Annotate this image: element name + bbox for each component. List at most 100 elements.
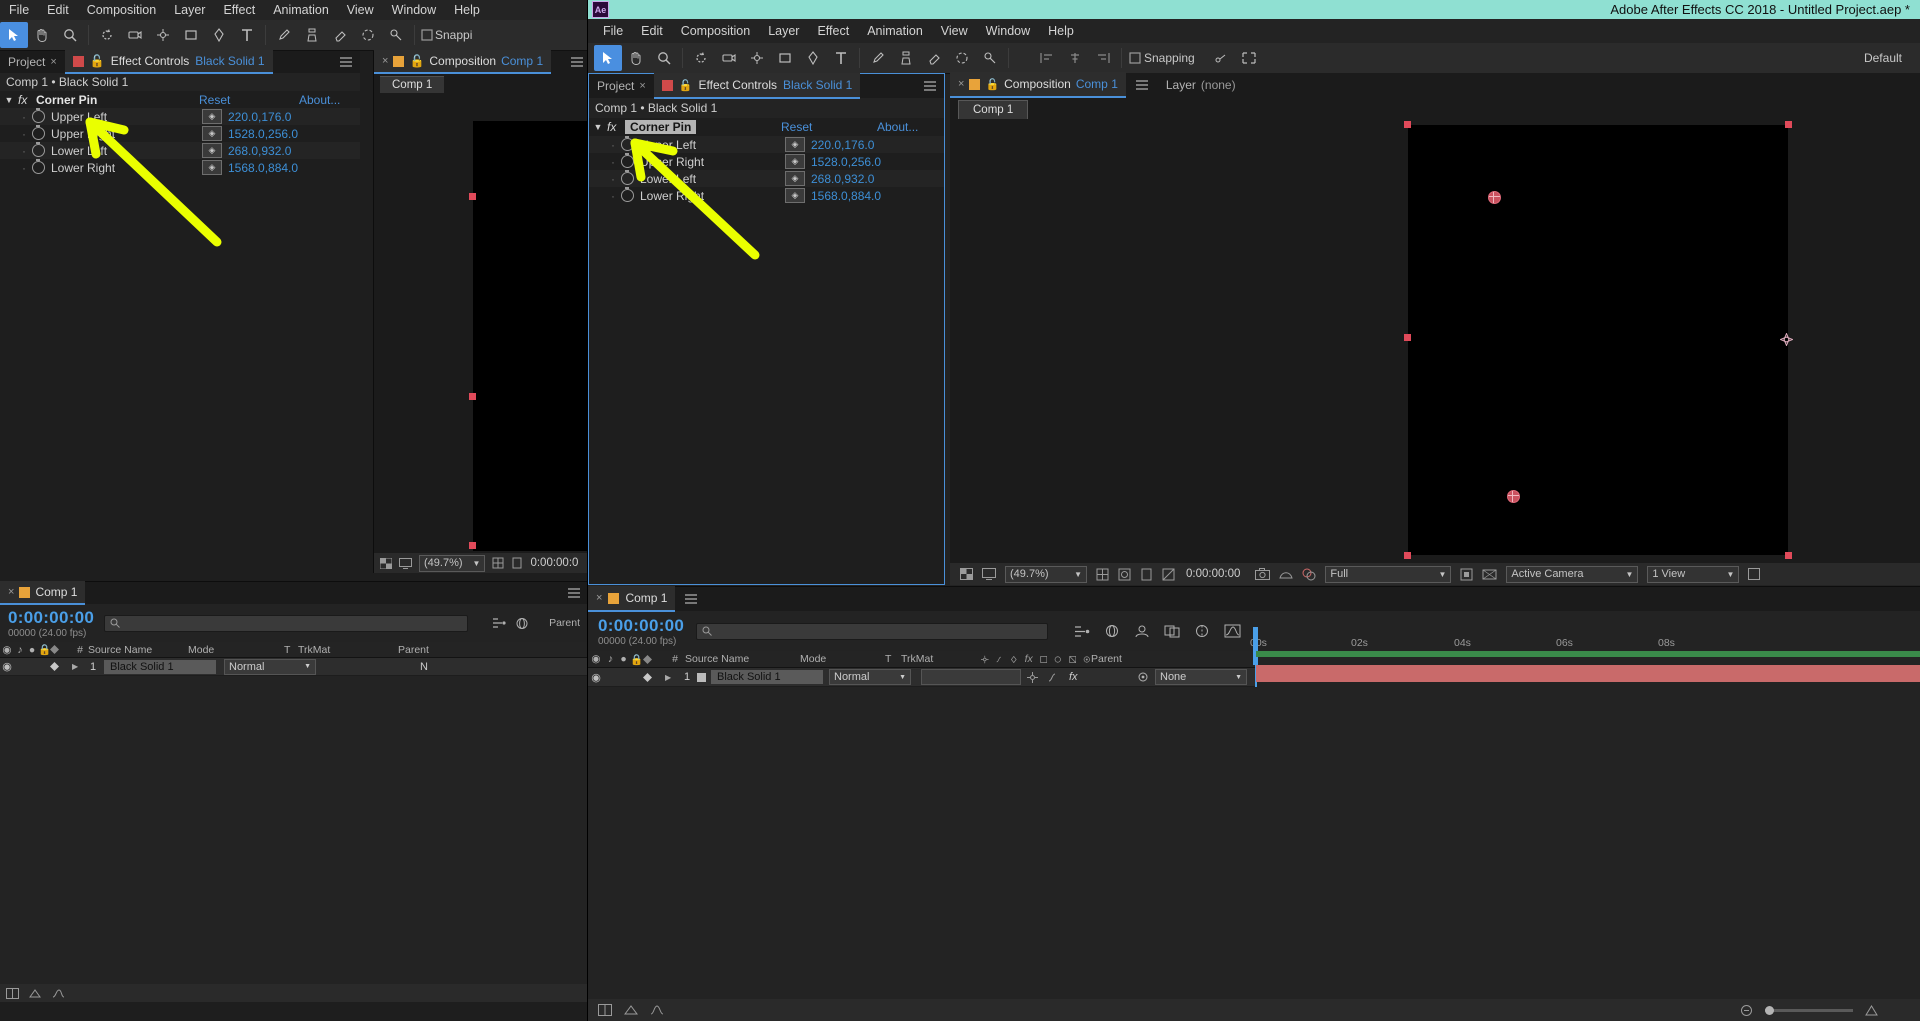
stopwatch-icon[interactable] (32, 108, 45, 123)
menu-item-effect[interactable]: Effect (808, 24, 858, 38)
audio-icon[interactable]: ♪ (14, 644, 26, 656)
stopwatch-icon[interactable] (621, 153, 634, 168)
toggle-transparency-grid-icon[interactable] (960, 568, 973, 580)
menu-item-window[interactable]: Window (977, 24, 1039, 38)
tab-layer[interactable]: Layer (none) (1158, 73, 1244, 97)
panel-menu-icon[interactable] (1126, 80, 1158, 90)
hand-tool-icon[interactable] (622, 45, 650, 71)
snapping-checkbox[interactable] (419, 22, 435, 48)
corner-handle[interactable] (469, 393, 476, 400)
column-header-source-name[interactable]: Source Name (88, 644, 188, 656)
menu-item-animation[interactable]: Animation (858, 24, 932, 38)
effect-about-button[interactable]: About... (299, 93, 340, 107)
column-header-parent[interactable]: Parent (1091, 653, 1151, 665)
menu-item-layer[interactable]: Layer (165, 3, 214, 17)
timeline-zoom-slider[interactable] (1765, 1005, 1853, 1015)
timeline-zoom-slider-thumb[interactable] (1765, 1005, 1774, 1015)
column-header-trkmat[interactable]: TrkMat (901, 653, 981, 665)
timeline-timecode[interactable]: 0:00:00:00 (598, 616, 684, 636)
pixel-aspect-correction-icon[interactable] (1482, 568, 1497, 581)
toggle-switches-modes-icon[interactable] (6, 987, 19, 999)
audio-icon[interactable]: ♪ (604, 653, 617, 665)
transparency-icon[interactable] (1162, 568, 1175, 581)
tab-composition[interactable]: × 🔓 Composition Comp 1 (950, 72, 1126, 98)
zoom-level-select[interactable]: (49.7%) ▼ (1005, 565, 1087, 583)
close-icon[interactable]: × (50, 56, 56, 68)
region-of-interest-icon[interactable] (511, 557, 523, 569)
rectangle-tool-icon[interactable] (177, 22, 205, 48)
panel-menu-icon[interactable] (924, 81, 944, 91)
eye-icon[interactable]: ◉ (588, 653, 604, 665)
graph-editor-icon[interactable] (1224, 624, 1241, 638)
menu-item-edit[interactable]: Edit (632, 24, 672, 38)
menu-item-view[interactable]: View (932, 24, 977, 38)
property-row-upper-right[interactable]: · Upper Right ◈ 1528.0,256.0 (589, 153, 944, 170)
timeline-layer-bar[interactable] (1256, 665, 1920, 682)
zoom-tool-icon[interactable] (650, 45, 678, 71)
pen-tool-icon[interactable] (205, 22, 233, 48)
column-header-mode[interactable]: Mode (800, 653, 885, 665)
menu-item-composition[interactable]: Composition (672, 24, 759, 38)
background-property-row-lower-left[interactable]: · Lower Left ◈ 268.0,932.0 (0, 142, 360, 159)
stopwatch-icon[interactable] (32, 159, 45, 174)
property-value[interactable]: 220.0,176.0 (811, 138, 874, 152)
roto-brush-tool-icon[interactable] (354, 22, 382, 48)
column-header-trkmat[interactable]: TrkMat (298, 644, 398, 656)
snapshot-camera-icon[interactable] (1255, 568, 1271, 580)
property-row-lower-left[interactable]: · Lower Left ◈ 268.0,932.0 (589, 170, 944, 187)
motion-blur-icon[interactable] (1194, 624, 1210, 638)
lock-icon[interactable]: 🔓 (90, 54, 105, 68)
corner-handle-bottom-right[interactable] (1785, 552, 1792, 559)
pin-position-picker-icon[interactable]: ◈ (785, 171, 805, 186)
property-value[interactable]: 1568.0,884.0 (228, 161, 298, 175)
menu-item-help[interactable]: Help (1039, 24, 1083, 38)
layer-switch-group[interactable]: fx (1021, 671, 1137, 683)
property-value[interactable]: 268.0,932.0 (811, 172, 874, 186)
monitor-icon[interactable] (399, 557, 412, 569)
property-value[interactable]: 1528.0,256.0 (228, 127, 298, 141)
timeline-time-ruler[interactable]: 00s 02s 04s 06s 08s (1250, 627, 1920, 649)
property-value[interactable]: 268.0,932.0 (228, 144, 291, 158)
tab-composition[interactable]: × 🔓 Composition Comp 1 (374, 50, 552, 74)
rotation-tool-icon[interactable] (687, 45, 715, 71)
hide-shy-layers-icon[interactable] (1134, 624, 1150, 638)
align-left-icon[interactable] (1033, 45, 1061, 71)
stopwatch-icon[interactable] (621, 187, 634, 202)
lock-icon[interactable]: 🔒 (630, 653, 643, 666)
snapping-checkbox[interactable] (1126, 45, 1144, 71)
background-viewer-canvas[interactable] (469, 121, 589, 551)
menu-item-layer[interactable]: Layer (759, 24, 808, 38)
column-header-t[interactable]: T (885, 653, 901, 665)
eraser-tool-icon[interactable] (920, 45, 948, 71)
menu-item-window[interactable]: Window (383, 3, 445, 17)
brush-tool-icon[interactable] (864, 45, 892, 71)
corner-pin-point-upper-left[interactable] (1488, 191, 1501, 204)
effect-header-row[interactable]: ▼ fx Corner Pin Reset About... (589, 118, 944, 136)
stopwatch-icon[interactable] (621, 170, 634, 185)
selection-tool-icon[interactable] (594, 45, 622, 71)
toggle-transparency-grid-icon[interactable] (380, 557, 392, 569)
rectangle-tool-icon[interactable] (771, 45, 799, 71)
align-right-icon[interactable] (1089, 45, 1117, 71)
tab-project[interactable]: Project × (589, 74, 654, 98)
viewer-tab-comp1[interactable]: Comp 1 (380, 76, 445, 93)
layer-label-color[interactable] (50, 662, 72, 671)
graph-editor-icon[interactable] (52, 988, 65, 999)
layer-expand-icon[interactable]: ▶ (72, 662, 82, 671)
parent-pickwhip-icon[interactable] (1137, 671, 1155, 683)
show-snapshot-icon[interactable] (1279, 568, 1294, 580)
column-header-index[interactable]: # (665, 653, 685, 665)
stopwatch-icon[interactable] (32, 125, 45, 140)
clone-stamp-tool-icon[interactable] (298, 22, 326, 48)
pin-position-picker-icon[interactable]: ◈ (202, 143, 222, 158)
effect-name-label[interactable]: Corner Pin (36, 93, 97, 107)
lock-icon[interactable]: 🔓 (679, 79, 693, 92)
channel-icon[interactable] (1302, 568, 1316, 581)
corner-handle-top-left[interactable] (1404, 121, 1411, 128)
layer-visibility-icon[interactable]: ◉ (588, 671, 604, 684)
tab-effect-controls[interactable]: 🔓 Effect Controls Black Solid 1 (64, 50, 273, 74)
layer-source-name[interactable]: Black Solid 1 (104, 659, 216, 674)
menu-item-view[interactable]: View (338, 3, 383, 17)
tab-timeline-comp1[interactable]: × Comp 1 (0, 581, 86, 605)
view-layout-select[interactable]: 1 View ▼ (1647, 565, 1740, 583)
